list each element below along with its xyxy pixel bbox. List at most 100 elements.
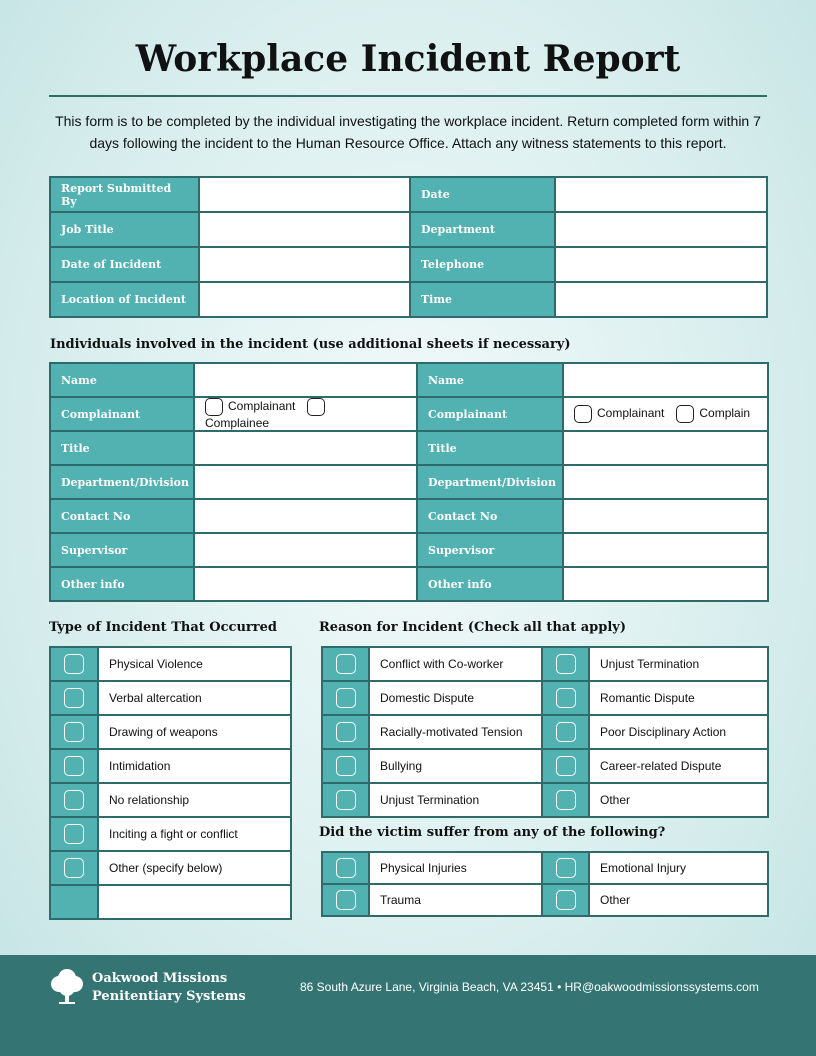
checkbox[interactable]: [555, 790, 576, 810]
field-label: Date: [421, 188, 450, 201]
checkbox-cell[interactable]: [321, 646, 370, 682]
checkbox[interactable]: [335, 858, 356, 878]
field-label: Supervisor: [61, 543, 128, 557]
field-input[interactable]: [562, 566, 769, 602]
checkbox[interactable]: [574, 405, 592, 423]
checkbox-cell[interactable]: [321, 782, 370, 818]
footer-address: 86 South Azure Lane, Virginia Beach, VA …: [300, 980, 759, 994]
checkbox[interactable]: [335, 890, 356, 910]
checkbox-cell[interactable]: [49, 850, 99, 886]
field-input[interactable]: [562, 532, 769, 568]
field-label-cell: Contact No: [416, 498, 564, 534]
checkbox-cell[interactable]: [321, 714, 370, 750]
field-label-cell: Other info: [49, 566, 195, 602]
type-heading: Type of Incident That Occurred: [49, 620, 277, 635]
checkbox[interactable]: [64, 824, 84, 844]
field-input[interactable]: [554, 246, 768, 283]
checkbox-cell[interactable]: [49, 782, 99, 818]
option-label: Physical Violence: [109, 657, 203, 671]
checkbox[interactable]: [335, 688, 356, 708]
field-input[interactable]: [198, 211, 411, 248]
option-label: Physical Injuries: [380, 861, 467, 875]
option-label: Intimidation: [109, 759, 171, 773]
field-input[interactable]: [193, 566, 418, 602]
field-input: Complainant Complainee: [193, 396, 418, 432]
checkbox[interactable]: [64, 790, 84, 810]
checkbox-cell[interactable]: [49, 816, 99, 852]
checkbox-cell[interactable]: [321, 748, 370, 784]
checkbox[interactable]: [335, 722, 356, 742]
field-input[interactable]: [198, 246, 411, 283]
option-label: Trauma: [380, 893, 421, 907]
checkbox[interactable]: [676, 405, 695, 423]
field-label-cell: Date: [409, 176, 556, 213]
checkbox-cell[interactable]: [49, 884, 99, 920]
field-input[interactable]: [554, 176, 768, 213]
checkbox-cell[interactable]: [541, 680, 590, 716]
option-cell: Unjust Termination: [368, 782, 543, 818]
field-input[interactable]: [198, 176, 411, 213]
field-label-cell: Name: [416, 362, 564, 398]
field-label-cell: Contact No: [49, 498, 195, 534]
checkbox-cell[interactable]: [541, 782, 590, 818]
checkbox-label: Complainant: [597, 406, 665, 421]
checkbox[interactable]: [64, 654, 84, 674]
checkbox-cell[interactable]: [321, 680, 370, 716]
field-input[interactable]: [562, 464, 769, 500]
checkbox-cell[interactable]: [321, 883, 370, 917]
field-label: Name: [61, 373, 97, 387]
checkbox[interactable]: [64, 688, 84, 708]
checkbox-cell[interactable]: [541, 883, 590, 917]
individuals-table: Name Name Complainant Complainant Complainee…: [49, 362, 769, 602]
checkbox[interactable]: [64, 858, 84, 878]
field-label: Contact No: [61, 509, 131, 523]
checkbox-cell[interactable]: [49, 748, 99, 784]
option-cell: Bullying: [368, 748, 543, 784]
field-input[interactable]: [193, 464, 418, 500]
checkbox-label: Complainant: [228, 399, 296, 414]
checkbox-label: Complainee: [205, 416, 270, 430]
checkbox[interactable]: [555, 654, 576, 674]
field-input[interactable]: [562, 430, 769, 466]
checkbox[interactable]: [205, 398, 223, 416]
checkbox[interactable]: [64, 722, 84, 742]
checkbox-cell[interactable]: [541, 851, 590, 885]
incident-type-option: No relationship: [97, 782, 292, 818]
incident-type-option[interactable]: [97, 884, 292, 920]
checkbox-cell[interactable]: [321, 851, 370, 885]
field-input[interactable]: [193, 362, 418, 398]
incident-type-option: Other (specify below): [97, 850, 292, 886]
option-cell: Domestic Dispute: [368, 680, 543, 716]
checkbox[interactable]: [555, 858, 576, 878]
checkbox[interactable]: [335, 756, 356, 776]
checkbox[interactable]: [555, 688, 576, 708]
field-input[interactable]: [198, 281, 411, 318]
option-label: Other: [600, 893, 631, 907]
checkbox[interactable]: [64, 756, 84, 776]
field-label-cell: Telephone: [409, 246, 556, 283]
field-input[interactable]: [554, 281, 768, 318]
field-input[interactable]: [554, 211, 768, 248]
checkbox-cell[interactable]: [49, 680, 99, 716]
checkbox-cell[interactable]: [541, 748, 590, 784]
field-input[interactable]: [193, 498, 418, 534]
field-input[interactable]: [562, 498, 769, 534]
checkbox-cell[interactable]: [49, 714, 99, 750]
field-input[interactable]: [193, 430, 418, 466]
field-label-cell: Supervisor: [49, 532, 195, 568]
checkbox[interactable]: [555, 756, 576, 776]
option-label: No relationship: [109, 793, 190, 807]
checkbox-cell[interactable]: [541, 714, 590, 750]
checkbox[interactable]: [555, 890, 576, 910]
checkbox[interactable]: [335, 654, 356, 674]
field-input[interactable]: [193, 532, 418, 568]
checkbox-cell[interactable]: [49, 646, 99, 682]
victim-table: Physical Injuries Emotional Injury Trauma O…: [321, 851, 769, 917]
checkbox[interactable]: [307, 398, 326, 416]
checkbox[interactable]: [335, 790, 356, 810]
checkbox-cell[interactable]: [541, 646, 590, 682]
checkbox[interactable]: [555, 722, 576, 742]
field-label-cell: Other info: [416, 566, 564, 602]
field-input[interactable]: [562, 362, 769, 398]
victim-heading: Did the victim suffer from any of the fo…: [319, 825, 666, 840]
